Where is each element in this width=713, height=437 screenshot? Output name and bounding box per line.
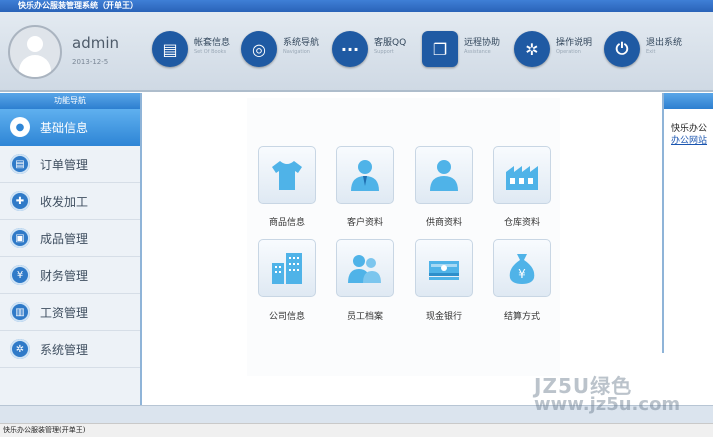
chat-icon: ··· [332, 31, 368, 67]
sidebar-item-system[interactable]: ✲ 系统管理 [0, 331, 140, 368]
sidebar-item-label: 系统管理 [40, 342, 89, 357]
status-bar: 快乐办公服装管理(开单王) [0, 423, 713, 437]
toolbar-qq-button[interactable]: ··· 客服QQ Support [332, 29, 418, 73]
tool-label: 系统导航 [283, 38, 320, 48]
window-title: 快乐办公服装管理系统（开单王） [0, 0, 713, 12]
tool-label: 帐套信息 [194, 38, 231, 48]
sidebar-item-label: 成品管理 [40, 231, 89, 246]
login-date: 2013-12-5 [72, 58, 109, 66]
header-bar: admin 2013-12-5 ▤ 帐套信息 Set Of Books ◎ 系统… [0, 12, 713, 92]
tile-company[interactable] [258, 239, 316, 297]
toolbar-help-button[interactable]: ✲ 操作说明 Operation [514, 29, 600, 73]
tile-label: 现金银行 [425, 312, 462, 322]
watermark: JZ5U绿色 www.jz5u.com [534, 370, 704, 420]
ledger-icon: ▤ [152, 31, 188, 67]
svg-text:¥: ¥ [518, 267, 526, 281]
tile-label: 员工档案 [346, 312, 383, 322]
info-panel-header [664, 93, 713, 109]
tool-sublabel: Assistance [464, 49, 491, 55]
tool-label: 远程协助 [464, 38, 501, 48]
tile-label: 供商资料 [425, 218, 462, 228]
watermark-line2: www.jz5u.com [534, 394, 681, 415]
gear-icon: ✲ [514, 31, 550, 67]
process-icon: ✚ [10, 191, 30, 211]
main-area: 商品信息 客户资料 供商资料 仓库资料 公司信息 员工档案 现金银行 ¥ 结算方… [142, 93, 662, 405]
settings-icon: ✲ [10, 339, 30, 359]
tile-cash-bank[interactable] [415, 239, 473, 297]
function-panel: 商品信息 客户资料 供商资料 仓库资料 公司信息 员工档案 现金银行 ¥ 结算方… [247, 98, 560, 376]
tool-sublabel: Support [374, 49, 394, 55]
toolbar-navigation-button[interactable]: ◎ 系统导航 Navigation [241, 29, 327, 73]
cash-icon [429, 261, 459, 280]
sidebar-item-label: 财务管理 [40, 268, 89, 283]
remote-icon: ❐ [422, 31, 458, 67]
tool-label: 客服QQ [374, 38, 407, 48]
payroll-icon: ▥ [10, 302, 30, 322]
office-website-link[interactable]: 办公网站 [671, 133, 707, 146]
tool-sublabel: Exit [646, 49, 656, 55]
tile-label: 商品信息 [268, 218, 305, 228]
box-icon: ▣ [10, 228, 30, 248]
info-panel: 快乐办公 办公网站 [662, 93, 713, 353]
order-icon: ▤ [10, 154, 30, 174]
building-icon [272, 253, 302, 284]
tile-suppliers[interactable] [415, 146, 473, 204]
tile-staff[interactable] [336, 239, 394, 297]
tile-label: 客户资料 [346, 218, 383, 228]
tile-label: 仓库资料 [503, 218, 540, 228]
sidebar-item-label: 基础信息 [40, 120, 89, 135]
tile-customers[interactable] [336, 146, 394, 204]
warehouse-icon [506, 166, 538, 190]
toolbar-exit-button[interactable]: ⏻ 退出系统 Exit [604, 29, 690, 73]
sidebar-item-label: 工资管理 [40, 305, 89, 320]
tool-label: 操作说明 [556, 38, 593, 48]
tshirt-icon [272, 161, 302, 190]
tool-sublabel: Set Of Books [194, 49, 227, 55]
tool-sublabel: Operation [556, 49, 581, 55]
sidebar-item-finance[interactable]: ¥ 财务管理 [0, 257, 140, 294]
supplier-icon [430, 160, 458, 191]
sidebar-item-orders[interactable]: ▤ 订单管理 [0, 146, 140, 183]
sidebar-item-processing[interactable]: ✚ 收发加工 [0, 183, 140, 220]
sidebar-item-basic-info[interactable]: ● 基础信息 [0, 109, 140, 146]
customer-icon [351, 160, 379, 191]
tool-sublabel: Navigation [283, 49, 310, 55]
staff-icon [348, 255, 381, 283]
tile-label: 结算方式 [503, 312, 540, 322]
tile-settlement[interactable]: ¥ [493, 239, 551, 297]
sidebar-item-payroll[interactable]: ▥ 工资管理 [0, 294, 140, 331]
sidebar-item-label: 订单管理 [40, 157, 89, 172]
sidebar-title: 功能导航 [0, 93, 140, 109]
yen-icon: ¥ [10, 265, 30, 285]
tile-goods[interactable] [258, 146, 316, 204]
power-icon: ⏻ [604, 31, 640, 67]
avatar[interactable] [8, 25, 62, 79]
moneybag-icon: ¥ [509, 254, 535, 284]
tool-label: 退出系统 [646, 38, 683, 48]
tile-label: 公司信息 [268, 312, 305, 322]
sidebar: 功能导航 ● 基础信息 ▤ 订单管理 ✚ 收发加工 ▣ 成品管理 ¥ 财务管理 … [0, 93, 142, 405]
toolbar-remote-button[interactable]: ❐ 远程协助 Assistance [422, 29, 508, 73]
toolbar-ledger-button[interactable]: ▤ 帐套信息 Set Of Books [152, 29, 238, 73]
sidebar-item-products[interactable]: ▣ 成品管理 [0, 220, 140, 257]
compass-icon: ◎ [241, 31, 277, 67]
tile-warehouse[interactable] [493, 146, 551, 204]
sidebar-item-label: 收发加工 [40, 194, 89, 209]
user-circle-icon: ● [10, 117, 30, 137]
username: admin [72, 34, 119, 52]
